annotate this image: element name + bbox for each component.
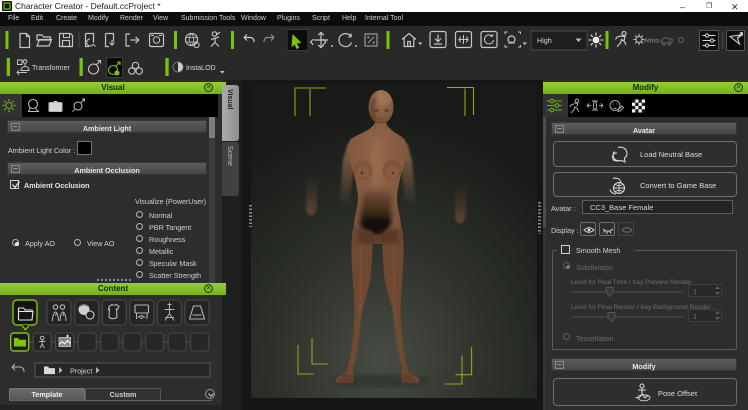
svg-text:Atmo:: Atmo: bbox=[644, 38, 661, 45]
svg-text:InstaLOD: InstaLOD bbox=[186, 65, 216, 72]
svg-text:Transformer: Transformer bbox=[32, 65, 71, 72]
svg-text:Project: Project bbox=[70, 367, 92, 376]
svg-text:High: High bbox=[537, 36, 552, 45]
